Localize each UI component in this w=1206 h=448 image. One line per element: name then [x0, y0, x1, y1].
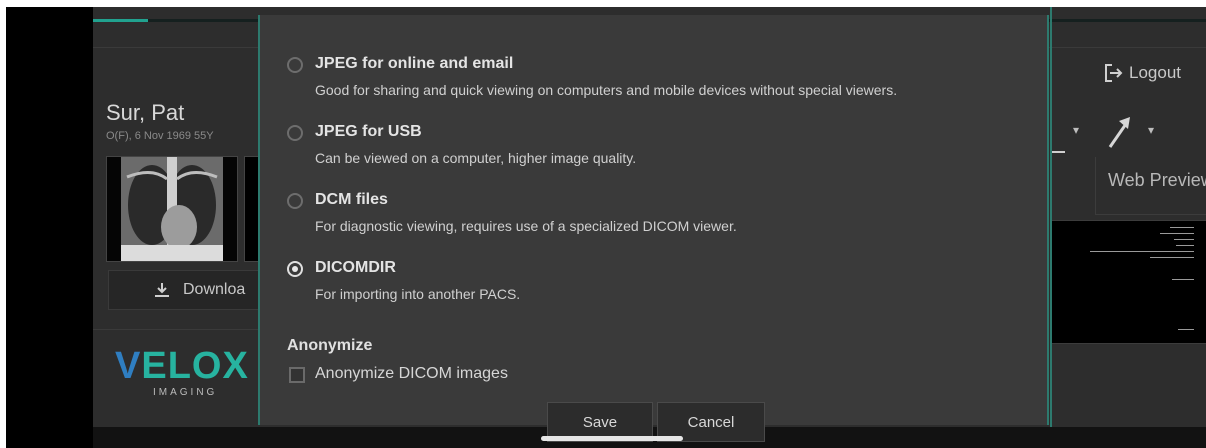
- logo-wordmark: VELOX: [115, 347, 249, 385]
- logout-label: Logout: [1129, 63, 1181, 82]
- patient-info: O(F), 6 Nov 1969 55Y: [106, 130, 214, 142]
- chevron-down-icon[interactable]: ▾: [1073, 123, 1079, 137]
- radio-jpeg-usb[interactable]: [287, 125, 303, 141]
- download-label: Downloa: [183, 281, 246, 298]
- preview-text-line: [1160, 233, 1194, 234]
- anonymize-checkbox[interactable]: [289, 367, 305, 383]
- logo-letters: ELOX: [141, 345, 249, 387]
- logo-subtitle: IMAGING: [153, 387, 218, 398]
- anonymize-heading: Anonymize: [287, 337, 373, 354]
- preview-text-line: [1178, 329, 1194, 330]
- sidebar-divider: [93, 329, 263, 330]
- download-icon: [155, 283, 169, 297]
- option-title: DICOMDIR: [315, 259, 396, 276]
- anonymize-checkbox-label[interactable]: Anonymize DICOM images: [315, 365, 508, 383]
- download-button[interactable]: Downloa: [108, 270, 268, 310]
- progress-line-accent: [93, 19, 148, 22]
- report-preview: [1050, 220, 1206, 344]
- preview-text-line: [1150, 257, 1194, 258]
- option-title: DCM files: [315, 191, 388, 208]
- study-thumbnail[interactable]: [106, 156, 238, 262]
- line-tool[interactable]: [1050, 151, 1065, 153]
- home-indicator[interactable]: [541, 436, 683, 441]
- option-description: For importing into another PACS.: [315, 286, 521, 302]
- logout-icon: [1105, 64, 1123, 82]
- preview-text-line: [1176, 245, 1194, 246]
- radio-jpeg-online[interactable]: [287, 57, 303, 73]
- download-options-dialog: JPEG for online and email Good for shari…: [258, 15, 1049, 442]
- web-preview-tab[interactable]: Web Preview: [1095, 157, 1206, 215]
- option-description: Can be viewed on a computer, higher imag…: [315, 150, 637, 166]
- right-panel: Logout ▾ ▾ Web Preview: [1050, 7, 1206, 427]
- radio-dicomdir[interactable]: [287, 261, 303, 277]
- chevron-down-icon[interactable]: ▾: [1148, 123, 1154, 137]
- radio-dcm-files[interactable]: [287, 193, 303, 209]
- patient-name: Sur, Pat: [106, 100, 185, 125]
- panel-divider: [1050, 7, 1052, 427]
- preview-text-line: [1174, 239, 1194, 240]
- option-description: For diagnostic viewing, requires use of …: [315, 218, 737, 234]
- logo-letter-v: V: [115, 345, 142, 387]
- logout-button[interactable]: Logout: [1103, 63, 1181, 83]
- chest-xray-image: [107, 157, 237, 261]
- arrow-tool-icon[interactable]: [1106, 115, 1134, 149]
- velox-logo: VELOX IMAGING: [115, 347, 249, 398]
- option-description: Good for sharing and quick viewing on co…: [315, 82, 898, 98]
- preview-text-line: [1172, 279, 1194, 280]
- preview-text-line: [1090, 251, 1194, 252]
- option-title: JPEG for online and email: [315, 55, 514, 72]
- option-title: JPEG for USB: [315, 123, 422, 140]
- preview-text-line: [1170, 227, 1194, 228]
